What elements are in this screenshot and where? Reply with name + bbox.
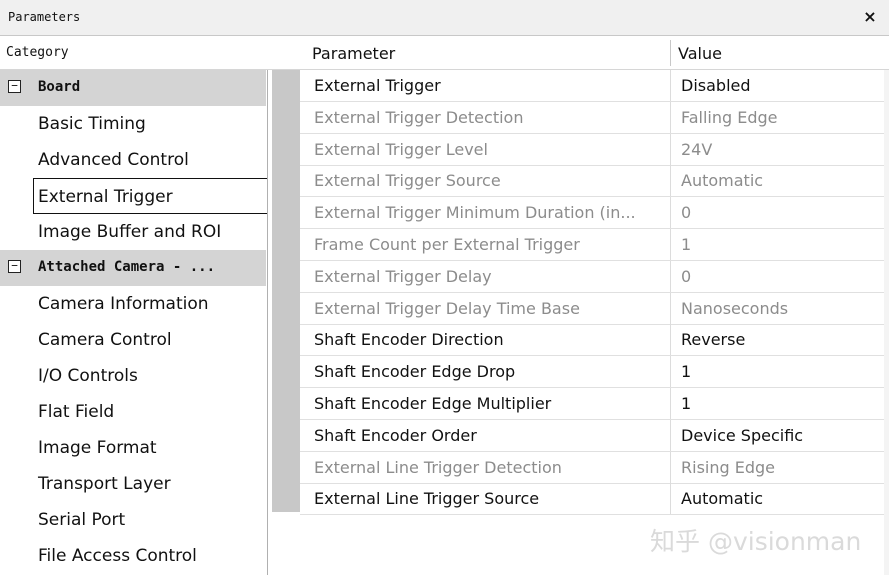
collapse-toggle-icon[interactable]: − — [8, 260, 21, 273]
parameter-row[interactable]: External Trigger Delay 0 — [300, 260, 884, 293]
parameter-name: External Line Trigger Detection — [314, 457, 562, 477]
parameter-row[interactable]: External Line Trigger Source Automatic — [300, 483, 884, 516]
column-divider — [670, 197, 671, 229]
parameter-value: Nanoseconds — [681, 298, 789, 318]
parameter-value[interactable]: 1 — [681, 394, 691, 413]
header-divider[interactable] — [670, 40, 671, 66]
category-item-label: File Access Control — [38, 546, 197, 566]
category-item[interactable]: Image Buffer and ROI — [0, 214, 266, 250]
category-item[interactable]: Advanced Control — [0, 142, 266, 178]
column-divider — [670, 483, 671, 515]
category-group-label: Board — [38, 79, 81, 95]
category-group[interactable]: − Attached Camera - ... — [0, 250, 266, 286]
parameter-row[interactable]: External Trigger Disabled — [300, 70, 884, 102]
category-item-label: Camera Control — [38, 330, 172, 350]
column-divider — [670, 324, 671, 356]
parameter-value: 24V — [681, 139, 713, 159]
category-item[interactable]: Image Format — [0, 430, 266, 466]
category-item[interactable]: Camera Information — [0, 286, 266, 322]
parameter-value: 1 — [681, 235, 692, 254]
column-divider — [670, 292, 671, 324]
category-item[interactable]: Serial Port — [0, 502, 266, 538]
grid-row-gutter — [272, 70, 300, 512]
category-group-label: Attached Camera - ... — [38, 259, 216, 275]
parameter-row[interactable]: Shaft Encoder Edge Drop 1 — [300, 356, 884, 389]
parameter-value[interactable]: 1 — [681, 362, 691, 381]
parameter-value[interactable]: Disabled — [681, 76, 751, 95]
column-divider — [670, 133, 671, 165]
parameter-row[interactable]: Shaft Encoder Direction Reverse — [300, 324, 884, 357]
value-header[interactable]: Value — [678, 44, 722, 63]
category-header: Category — [6, 45, 69, 60]
parameter-name: External Trigger Detection — [314, 107, 524, 127]
parameter-row[interactable]: External Trigger Minimum Duration (in...… — [300, 197, 884, 230]
category-item-label: Image Format — [38, 438, 157, 458]
category-item-label: Transport Layer — [38, 474, 171, 494]
category-item-label: Camera Information — [38, 294, 209, 314]
parameter-name: Shaft Encoder Order — [314, 425, 477, 445]
parameter-row[interactable]: Shaft Encoder Order Device Specific — [300, 419, 884, 452]
parameter-name: External Line Trigger Source — [314, 489, 540, 509]
parameter-name: External Trigger — [314, 76, 441, 95]
category-item-label: Image Buffer and ROI — [38, 222, 222, 242]
parameter-name: Frame Count per External Trigger — [314, 235, 580, 254]
window-title: Parameters — [8, 10, 81, 24]
parameter-name: Shaft Encoder Direction — [314, 330, 504, 350]
category-item[interactable]: File Access Control — [0, 538, 266, 574]
parameter-name: External Trigger Level — [314, 139, 488, 159]
parameter-value[interactable]: Reverse — [681, 330, 745, 349]
column-divider — [670, 260, 671, 292]
category-panel: − Board Basic Timing Advanced Control Extern… — [0, 70, 268, 575]
parameter-value: Automatic — [681, 171, 764, 191]
category-item-label: Flat Field — [38, 402, 115, 422]
column-divider — [670, 70, 671, 101]
parameter-value: 0 — [681, 266, 692, 286]
parameter-name: Shaft Encoder Edge Drop — [314, 362, 516, 382]
watermark: 知乎 @visionman — [650, 527, 862, 556]
category-item[interactable]: Basic Timing — [0, 106, 266, 142]
collapse-toggle-icon[interactable]: − — [8, 80, 21, 93]
category-item-selected[interactable]: External Trigger — [33, 178, 267, 214]
parameter-grid: External Trigger Disabled External Trigger… — [272, 70, 884, 516]
parameter-row[interactable]: External Trigger Delay Time Base Nanoseco… — [300, 292, 884, 325]
parameter-row[interactable]: External Trigger Source Automatic — [300, 165, 884, 198]
category-item-label: Advanced Control — [38, 150, 189, 170]
category-group[interactable]: − Board — [0, 70, 266, 106]
close-icon[interactable]: × — [859, 6, 881, 28]
parameter-name: External Trigger Source — [314, 171, 501, 191]
parameter-value[interactable]: Automatic — [681, 489, 763, 508]
category-item-label: I/O Controls — [38, 366, 138, 386]
category-item[interactable]: Flat Field — [0, 394, 266, 430]
parameter-name: External Trigger Delay — [314, 266, 492, 286]
category-item[interactable]: I/O Controls — [0, 358, 266, 394]
column-divider — [670, 451, 671, 483]
category-item-label: Basic Timing — [38, 114, 146, 134]
column-divider — [670, 165, 671, 197]
column-divider — [670, 419, 671, 451]
parameter-name: External Trigger Delay Time Base — [314, 298, 580, 318]
parameter-value: Falling Edge — [681, 107, 778, 127]
column-headers: Category Parameter Value — [0, 36, 889, 70]
parameter-row[interactable]: External Line Trigger Detection Rising Ed… — [300, 451, 884, 484]
category-item-label: Serial Port — [38, 510, 126, 530]
parameter-header[interactable]: Parameter — [312, 44, 395, 63]
column-divider — [670, 101, 671, 133]
parameter-value: 0 — [681, 203, 692, 223]
parameter-row[interactable]: External Trigger Detection Falling Edge — [300, 101, 884, 134]
parameter-row[interactable]: External Trigger Level 24V — [300, 133, 884, 166]
parameter-row[interactable]: Shaft Encoder Edge Multiplier 1 — [300, 388, 884, 420]
category-item[interactable]: Transport Layer — [0, 466, 266, 502]
parameter-value: Rising Edge — [681, 457, 775, 477]
panel-edge — [884, 70, 889, 575]
category-item[interactable]: Camera Control — [0, 322, 266, 358]
title-bar: Parameters × — [0, 0, 889, 36]
category-item-label: External Trigger — [38, 187, 173, 207]
column-divider — [670, 388, 671, 419]
parameter-row[interactable]: Frame Count per External Trigger 1 — [300, 229, 884, 261]
column-divider — [670, 229, 671, 260]
parameter-name: External Trigger Minimum Duration (in... — [314, 203, 636, 223]
parameter-value[interactable]: Device Specific — [681, 426, 803, 445]
column-divider — [670, 356, 671, 388]
parameter-name: Shaft Encoder Edge Multiplier — [314, 394, 552, 413]
